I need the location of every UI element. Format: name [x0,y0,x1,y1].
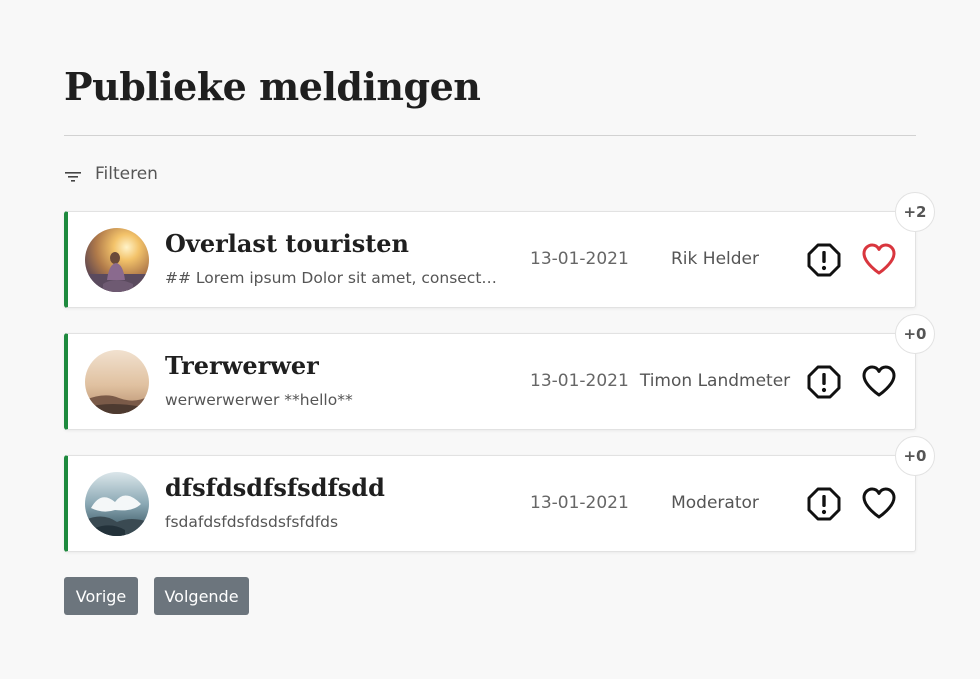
report-description: fsdafdsfdsfdsdsfsfdfds [165,513,339,531]
report-description: ## Lorem ipsum Dolor sit amet, consectet… [165,269,505,287]
filter-label: Filteren [95,164,158,184]
report-title[interactable]: Overlast touristen [165,229,505,258]
next-page-button[interactable]: Volgende [154,577,249,615]
like-count-badge: +0 [895,436,935,476]
report-user: Moderator [671,493,759,513]
heart-icon[interactable] [861,242,897,276]
filter-icon [65,171,81,182]
report-date: 13-01-2021 [530,493,629,513]
report-user: Rik Helder [671,249,759,269]
report-card[interactable]: dfsfdsdfsfsdfsdd fsdafdsfdsfdsdsfsfdfds … [64,436,935,552]
report-date: 13-01-2021 [530,371,629,391]
page-title: Publieke meldingen [64,64,481,109]
like-count-badge: +0 [895,314,935,354]
report-title[interactable]: dfsfdsdfsfsdfsdd [165,473,505,502]
report-description: werwerwerwer **hello** [165,391,353,409]
report-octagon-icon[interactable] [807,487,841,521]
report-octagon-icon[interactable] [807,365,841,399]
divider [64,135,916,136]
like-count-badge: +2 [895,192,935,232]
filter-button[interactable]: Filteren [64,162,158,186]
heart-icon[interactable] [861,364,897,398]
report-title[interactable]: Trerwerwer [165,351,505,380]
avatar [85,472,149,536]
heart-icon[interactable] [861,486,897,520]
report-octagon-icon[interactable] [807,243,841,277]
report-card[interactable]: Trerwerwer werwerwerwer **hello** 13-01-… [64,314,935,430]
avatar [85,228,149,292]
report-user: Timon Landmeter [639,371,791,391]
avatar [85,350,149,414]
report-date: 13-01-2021 [530,249,629,269]
previous-page-button[interactable]: Vorige [64,577,138,615]
report-card[interactable]: Overlast touristen ## Lorem ipsum Dolor … [64,192,935,308]
